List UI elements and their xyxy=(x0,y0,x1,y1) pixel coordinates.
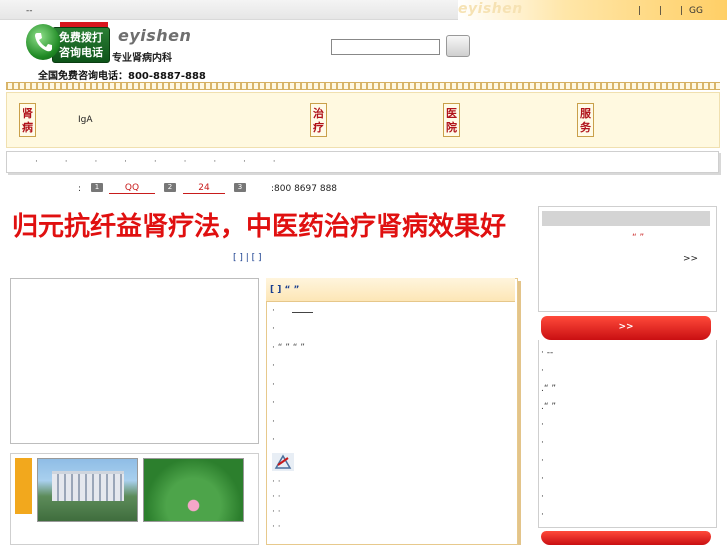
search-button[interactable] xyxy=(446,35,470,57)
news-item[interactable]: · xyxy=(272,435,275,445)
page-headline[interactable]: 归元抗纤益肾疗法，中医药治疗肾病效果好 xyxy=(12,206,506,243)
hospital-garden-photo[interactable] xyxy=(143,458,244,522)
right-list-item[interactable]: · xyxy=(541,438,544,448)
news-item[interactable]: · xyxy=(272,417,275,427)
news-panel-header xyxy=(266,278,515,302)
headline-sub-links[interactable]: [ ] | [ ] xyxy=(233,253,262,263)
contact-badge-2: 2 xyxy=(164,183,176,192)
news-item[interactable]: · xyxy=(272,380,275,390)
news-item[interactable]: · xyxy=(272,361,275,371)
news-panel-title[interactable]: [ ] “ ” xyxy=(270,285,299,295)
right-list-item[interactable]: · -- xyxy=(541,348,553,358)
quick-links[interactable]: · · · · · · · · · xyxy=(35,157,288,167)
right-list-item[interactable]: · xyxy=(541,510,544,520)
right-list-item[interactable]: · xyxy=(541,420,544,430)
top-bar-ghost-logo: eyishen xyxy=(458,0,727,20)
top-link-gg[interactable]: GG xyxy=(689,6,703,16)
search-input[interactable] xyxy=(331,39,440,55)
top-link-separator-1[interactable]: | xyxy=(638,6,641,16)
right-list-item[interactable]: .“ ” xyxy=(541,402,556,412)
top-link-separator-2[interactable]: | xyxy=(659,6,662,16)
phone-icon xyxy=(26,24,60,60)
hospital-building-photo[interactable] xyxy=(37,458,138,522)
right-list-item[interactable]: .“ ” xyxy=(541,384,556,394)
right-info-more-link[interactable]: >> xyxy=(683,254,698,264)
contact-label: : xyxy=(78,184,82,194)
pen-edit-icon xyxy=(272,453,294,471)
nav-tab-kidney[interactable]: 肾病 xyxy=(19,103,36,137)
logo-call-box[interactable]: 免费拨打 咨询电话 xyxy=(52,27,110,63)
logo-subtitle: 专业肾病内科 xyxy=(112,53,172,64)
news-list-item[interactable]: · · xyxy=(272,477,281,487)
top-bar-left-text: -- xyxy=(26,6,33,16)
contact-24h-link[interactable]: 24 xyxy=(183,183,225,194)
right-list-item[interactable]: · xyxy=(541,456,544,466)
nav-tab-hospital[interactable]: 医院 xyxy=(443,103,460,137)
right-red-tab-2[interactable] xyxy=(541,531,711,545)
right-info-quote: “ ” xyxy=(632,233,645,243)
right-list-item[interactable]: · xyxy=(541,474,544,484)
right-red-tab-label: >> xyxy=(618,322,634,332)
logo-call-text: 免费拨打 咨询电话 xyxy=(59,31,103,59)
decorative-border-top xyxy=(6,82,720,90)
news-underline xyxy=(292,312,313,313)
news-list-item[interactable]: · · xyxy=(272,492,281,502)
photo-strip-tab xyxy=(15,458,32,514)
nav-tab-service[interactable]: 服务 xyxy=(577,103,594,137)
right-red-tab[interactable]: >> xyxy=(541,316,711,340)
top-link-separator-3[interactable]: | xyxy=(680,6,683,16)
nav-tab-treatment[interactable]: 治疗 xyxy=(310,103,327,137)
contact-badge-1: 1 xyxy=(91,183,103,192)
right-info-header xyxy=(542,211,710,226)
logo-wordmark: eyishen xyxy=(118,26,192,45)
video-player[interactable] xyxy=(10,278,259,444)
news-list-item[interactable]: · · xyxy=(272,507,281,517)
right-list-box xyxy=(538,340,717,528)
news-item[interactable]: · “ ” “ ” xyxy=(272,343,305,353)
news-item[interactable]: · xyxy=(272,324,275,334)
news-panel xyxy=(266,278,518,545)
nav-link-iga[interactable]: IgA xyxy=(78,115,93,125)
top-bar: eyishen xyxy=(0,0,727,20)
news-item[interactable]: · xyxy=(272,306,275,316)
hotline-text: 全国免费咨询电话：800-8887-888 xyxy=(38,71,206,82)
contact-qq-link[interactable]: QQ xyxy=(109,183,155,194)
news-item[interactable]: · xyxy=(272,398,275,408)
contact-badge-3: 3 xyxy=(234,183,246,192)
contact-telephone: :800 8697 888 xyxy=(271,184,338,194)
quick-links-bar: · · · · · · · · · xyxy=(6,151,719,173)
right-list-item[interactable]: · xyxy=(541,492,544,502)
news-list-item[interactable]: · · xyxy=(272,522,281,532)
right-list-item[interactable]: · xyxy=(541,366,544,376)
nav-block xyxy=(6,92,720,148)
